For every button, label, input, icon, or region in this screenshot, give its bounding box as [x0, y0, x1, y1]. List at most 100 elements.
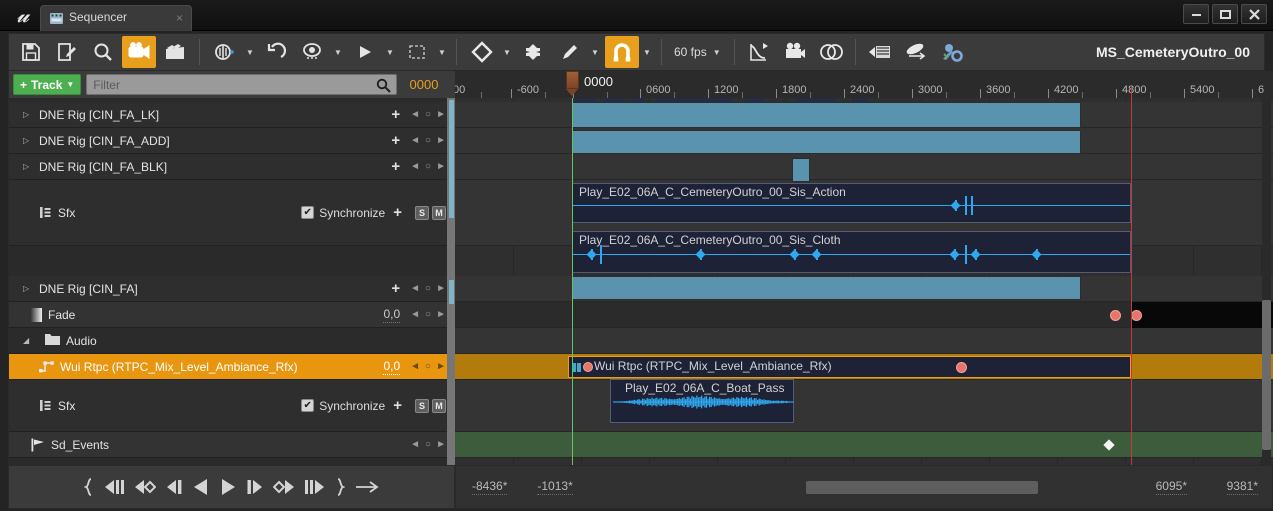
previous-key-icon[interactable]: ◄: [410, 161, 420, 172]
section-start-key[interactable]: [583, 362, 593, 372]
chevron-down-icon[interactable]: ▼: [435, 36, 449, 68]
next-key-icon[interactable]: ►: [436, 361, 446, 372]
track-nav-icons[interactable]: ◄ ○ ►: [410, 361, 446, 372]
track-expander[interactable]: ▷: [23, 110, 33, 120]
track-value[interactable]: 0,0: [383, 307, 401, 323]
range-end-field[interactable]: 9381*: [1226, 479, 1258, 495]
track-nav-icons[interactable]: ◄ ○ ►: [410, 109, 446, 120]
curve-editor-button[interactable]: [742, 36, 776, 68]
add-track-button[interactable]: + Track ▼: [13, 74, 82, 95]
auto-key-combo[interactable]: ▼: [552, 36, 602, 68]
create-camera-button[interactable]: [122, 36, 156, 68]
track-dne-rig-cin-fa-lk[interactable]: ▷ DNE Rig [CIN_FA_LK] + ◄ ○ ►: [9, 102, 455, 128]
previous-key-icon[interactable]: ◄: [410, 109, 420, 120]
keyframe-marker[interactable]: [971, 196, 973, 215]
jump-to-end-button[interactable]: [335, 478, 345, 496]
current-frame-readout[interactable]: 0000: [397, 77, 451, 92]
time-ruler[interactable]: 00 -600 0600 1200 1800 2400 3000 3600 4200 4800 54…: [455, 71, 1273, 98]
track-dne-rig-cin-fa-blk[interactable]: ▷ DNE Rig [CIN_FA_BLK] + ◄ ○ ►: [9, 154, 455, 180]
camera-section-3[interactable]: [572, 276, 1081, 300]
previous-key-icon[interactable]: ◄: [410, 135, 420, 146]
camera-section-small[interactable]: [792, 158, 810, 182]
section-sis-action[interactable]: Play_E02_06A_C_CemeteryOutro_00_Sis_Acti…: [572, 183, 1131, 223]
track-expander[interactable]: ▷: [23, 136, 33, 146]
actions-button[interactable]: [208, 36, 242, 68]
timeline-lane[interactable]: [455, 432, 1273, 458]
track-expander[interactable]: ▷: [23, 162, 33, 172]
actions-combo[interactable]: ▼: [207, 36, 257, 68]
select-edit-combo[interactable]: ▼: [399, 36, 449, 68]
track-value[interactable]: 0,0: [383, 359, 401, 375]
jump-to-start-button[interactable]: [83, 478, 94, 496]
add-key-icon[interactable]: ○: [425, 161, 431, 172]
previous-key-icon[interactable]: ◄: [410, 361, 420, 372]
track-nav-icons[interactable]: ◄ ○ ►: [410, 135, 446, 146]
keyframe-marker[interactable]: [965, 196, 967, 215]
synchronize-checkbox[interactable]: ✔: [301, 399, 315, 412]
add-track-key-button[interactable]: +: [391, 280, 400, 297]
section-sis-cloth[interactable]: Play_E02_06A_C_CemeteryOutro_00_Sis_Clot…: [572, 231, 1131, 273]
step-forward-large-button[interactable]: [304, 478, 326, 496]
view-options-combo[interactable]: ▼: [295, 36, 345, 68]
track-wui-rtpc[interactable]: Wui Rtpc (RTPC_Mix_Level_Ambiance_Rfx) 0…: [9, 354, 455, 380]
spotlight-button[interactable]: [899, 36, 933, 68]
add-track-key-button[interactable]: +: [393, 204, 402, 221]
chevron-down-icon[interactable]: ▼: [500, 36, 514, 68]
play-forward-button[interactable]: [219, 477, 237, 497]
add-track-key-button[interactable]: +: [391, 132, 400, 149]
horizontal-scrollbar-thumb[interactable]: [806, 481, 1038, 494]
view-start-field[interactable]: -1013*: [537, 479, 573, 495]
close-icon[interactable]: ×: [176, 10, 183, 26]
track-nav-icons[interactable]: ◄ ○ ►: [410, 161, 446, 172]
next-key-button[interactable]: [272, 478, 295, 496]
timeline-lane[interactable]: [455, 380, 1273, 432]
tree-scroll-indicator[interactable]: [449, 100, 454, 218]
auto-key-button[interactable]: [553, 36, 587, 68]
add-track-key-button[interactable]: +: [391, 158, 400, 175]
add-key-icon[interactable]: ○: [425, 109, 431, 120]
loop-mode-button[interactable]: [354, 479, 380, 495]
previous-key-icon[interactable]: ◄: [410, 283, 420, 294]
rtpc-keyframe[interactable]: [956, 362, 967, 373]
section-wui-rtpc[interactable]: Wui Rtpc (RTPC_Mix_Level_Ambiance_Rfx): [568, 356, 1131, 378]
track-dne-rig-cin-fa[interactable]: ▷ DNE Rig [CIN_FA] + ◄ ○ ►: [9, 276, 455, 302]
tab-sequencer[interactable]: Sequencer ×: [40, 5, 192, 31]
track-sfx-lower[interactable]: Sfx ✔ Synchronize + S M: [9, 380, 455, 432]
render-movie-button[interactable]: [158, 36, 192, 68]
chevron-down-icon[interactable]: ▼: [588, 36, 602, 68]
solo-button[interactable]: S: [415, 205, 429, 220]
track-sd-events[interactable]: Sd_Events ◄ ○ ►: [9, 432, 455, 458]
synchronize-checkbox[interactable]: ✔: [301, 206, 315, 219]
add-key-icon[interactable]: ○: [425, 283, 431, 294]
fade-keyframe[interactable]: [1110, 310, 1121, 321]
chevron-down-icon[interactable]: ▼: [331, 36, 345, 68]
track-nav-icons[interactable]: ◄ ○ ►: [410, 439, 446, 450]
track-nav-icons[interactable]: ◄ ○ ►: [410, 283, 446, 294]
next-key-icon[interactable]: ►: [436, 439, 446, 450]
mute-button[interactable]: M: [432, 205, 446, 220]
keyframe-marker[interactable]: [600, 245, 602, 264]
track-fade[interactable]: Fade 0,0 ◄ ○ ►: [9, 302, 455, 328]
previous-key-icon[interactable]: ◄: [410, 439, 420, 450]
track-expander[interactable]: ◢: [23, 336, 33, 346]
track-nav-icons[interactable]: ◄ ○ ►: [410, 309, 446, 320]
view-options-button[interactable]: [296, 36, 330, 68]
undo-button[interactable]: [259, 36, 293, 68]
filter-input[interactable]: Filter: [86, 74, 397, 95]
maximize-button[interactable]: [1212, 4, 1238, 24]
fade-keyframe[interactable]: [1131, 310, 1142, 321]
camera-cut-button[interactable]: [778, 36, 812, 68]
chevron-down-icon[interactable]: ▼: [243, 36, 257, 68]
track-audio-folder[interactable]: ◢ Audio: [9, 328, 455, 354]
next-key-icon[interactable]: ►: [436, 135, 446, 146]
find-button[interactable]: [86, 36, 120, 68]
chevron-down-icon[interactable]: ▼: [712, 36, 722, 68]
camera-section-2[interactable]: [572, 130, 1081, 154]
next-key-icon[interactable]: ►: [436, 161, 446, 172]
snapping-button[interactable]: [605, 36, 639, 68]
snapping-combo[interactable]: ▼: [604, 36, 654, 68]
section-boat-pass[interactable]: Play_E02_06A_C_Boat_Pass: [610, 379, 794, 423]
playhead-handle[interactable]: [566, 71, 579, 98]
keyframe-marker[interactable]: [965, 245, 967, 264]
next-key-icon[interactable]: ►: [436, 309, 446, 320]
